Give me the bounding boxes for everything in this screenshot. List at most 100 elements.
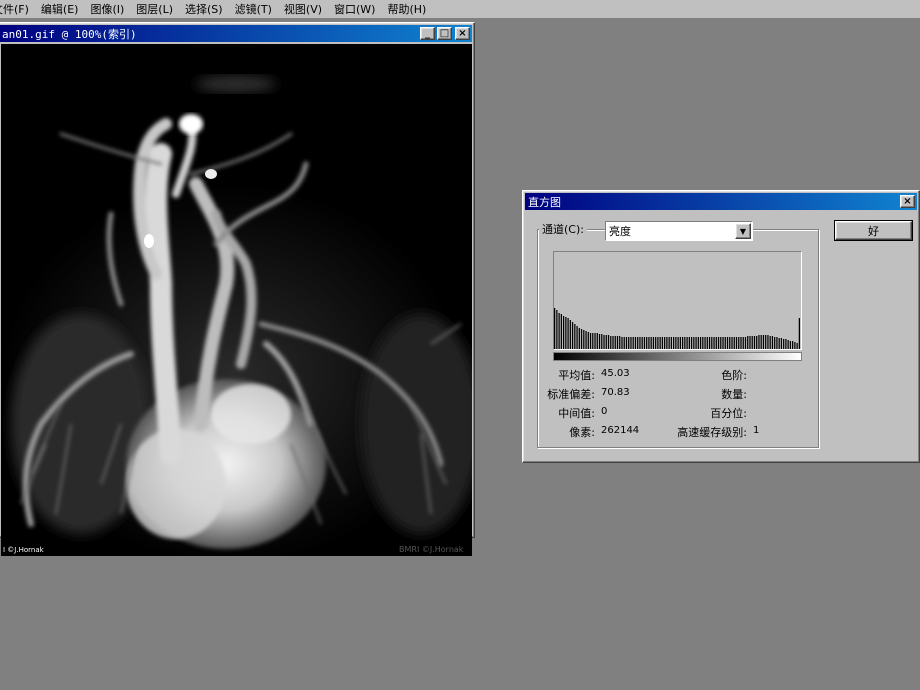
histogram-bar [738,337,740,349]
ok-button[interactable]: 好 [834,220,913,241]
maximize-button[interactable]: □ [437,27,452,40]
histogram-bar [688,337,690,349]
histogram-bar [796,343,798,349]
minimize-button[interactable]: _ [420,27,435,40]
histogram-graph[interactable] [553,251,802,350]
histogram-bar [585,331,587,349]
level-label: 色阶: [721,369,747,382]
histogram-bar [621,337,623,349]
histogram-bar [598,334,601,349]
histogram-bar [605,335,607,349]
histogram-bar [666,337,668,349]
image-window-titlebar[interactable]: an01.gif @ 100%(索引) _ □ × [0,25,472,42]
histogram-bar [753,336,756,349]
menu-item[interactable]: 窗口(W) [334,0,375,18]
histogram-bar [726,337,729,349]
histogram-bar [574,324,576,349]
histogram-bar [760,335,762,349]
histogram-bar [648,337,650,349]
histogram-bar [744,337,747,349]
menu-item[interactable]: 滤镜(T) [235,0,272,18]
histogram-bar [594,333,596,349]
histogram-bar [673,337,675,349]
histogram-bar [623,337,625,349]
histogram-bar [632,337,634,349]
histogram-bar [684,337,686,349]
histogram-bar [792,341,794,349]
histogram-bar [596,333,598,349]
histogram-bar [659,337,661,349]
histogram-bar [717,337,720,349]
histogram-bar [643,337,646,349]
count-label: 数量: [721,388,747,401]
histogram-bar [729,337,731,349]
histogram-bar [778,338,780,349]
pixels-label: 像素: [569,426,595,439]
histogram-bar [783,339,785,349]
histogram-bar [634,337,637,349]
histogram-bar [589,333,592,349]
median-value: 0 [601,406,608,417]
close-button[interactable]: × [455,27,470,40]
histogram-bar [722,337,724,349]
stddev-label: 标准偏差: [547,388,595,401]
histogram-bar [724,337,726,349]
channel-dropdown[interactable]: 亮度 ▼ [605,221,753,241]
histogram-bar [785,339,787,349]
menu-item[interactable]: 图像(I) [90,0,124,18]
histogram-bar [612,336,614,349]
image-window-title: an01.gif @ 100%(索引) [2,27,137,41]
menu-item[interactable]: 编辑(E) [41,0,79,18]
histogram-bar [619,336,621,349]
chevron-down-icon[interactable]: ▼ [735,223,751,239]
histogram-bar [735,337,738,349]
histogram-bar [780,338,783,349]
menu-item[interactable]: 视图(V) [284,0,322,18]
histogram-bar [765,335,767,349]
menu-item[interactable]: 图层(L) [136,0,173,18]
mean-label: 平均值: [558,369,595,382]
histogram-bar [560,314,562,349]
histogram-bar [646,337,648,349]
histogram-bar [664,337,666,349]
histogram-close-button[interactable]: × [900,195,915,208]
histogram-titlebar[interactable]: 直方图 × [525,193,917,210]
median-label: 中间值: [558,407,595,420]
cache-level-value: 1 [753,425,760,436]
histogram-bar [798,318,800,349]
histogram-bar [580,329,583,349]
histogram-bar [679,337,681,349]
histogram-bar [706,337,708,349]
histogram-bar [657,337,659,349]
histogram-bar [794,342,796,349]
histogram-bar [641,337,643,349]
image-credit-left: I ©J.Hornak [3,546,45,554]
histogram-bar [661,337,664,349]
histogram-bar [571,322,574,349]
histogram-bar [787,340,789,349]
histogram-bar [603,335,605,349]
histogram-bar [675,337,677,349]
histogram-bar [774,337,776,349]
histogram-bar [576,326,578,349]
histogram-bar [677,337,679,349]
histogram-bar [655,337,657,349]
histogram-bar [592,333,594,349]
histogram-bar [628,337,630,349]
histogram-bar [751,336,753,349]
histogram-bar [767,335,769,349]
histogram-bar [686,337,688,349]
histogram-bar [715,337,717,349]
histogram-dialog: 直方图 × 通道(C): 亮度 ▼ 平均值: 45.03 标准偏差: 70.83… [522,190,920,463]
histogram-bar [704,337,706,349]
cache-level-label: 高速缓存级别: [677,426,747,439]
menu-item[interactable]: 帮助(H) [387,0,426,18]
menu-item[interactable]: 文件(F) [0,0,29,18]
angiogram-image[interactable]: I ©J.Hornak BMRI ©J.Hornak [1,44,472,556]
brightness-gradient-bar [553,352,802,361]
histogram-bars [554,308,800,349]
histogram-bar [789,341,792,349]
histogram-bar [711,337,713,349]
menu-item[interactable]: 选择(S) [185,0,223,18]
histogram-bar [652,337,655,349]
